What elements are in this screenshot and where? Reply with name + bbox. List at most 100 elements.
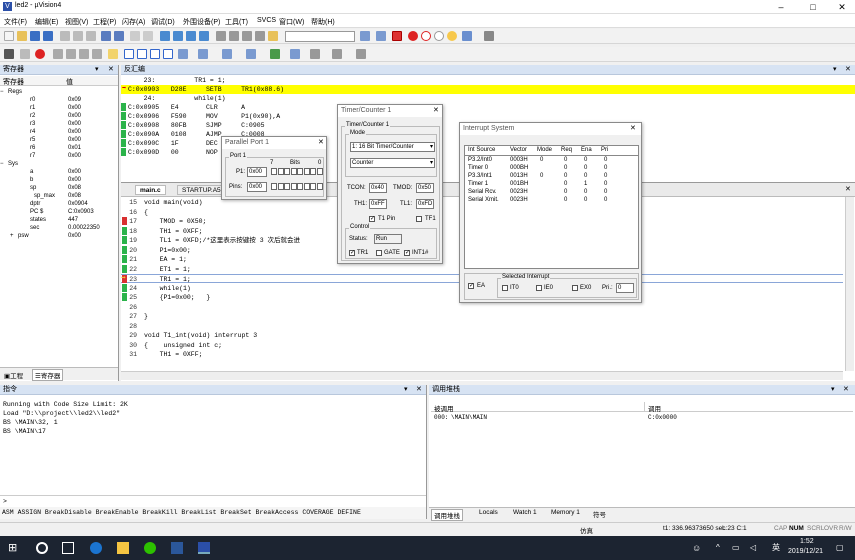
pin-icon[interactable]: ▾ [833,65,837,75]
new-file-icon[interactable] [4,31,14,41]
expand-icon[interactable]: − [0,88,4,96]
breakpoint-clear-icon[interactable] [447,31,457,41]
menu-item-3[interactable]: 工程(P) [93,17,116,27]
close-icon[interactable]: ✕ [416,385,422,395]
register-row[interactable]: sp 0x08 [0,184,118,192]
tab-main-c[interactable]: main.c [135,185,166,195]
interrupt-row[interactable]: P3.3/Int1 0013H 0 0 0 0 [465,173,638,181]
menu-item-1[interactable]: 编辑(E) [35,17,58,27]
port-bit-checkbox[interactable] [284,168,290,175]
save-icon[interactable] [30,31,40,41]
show-next-statement-icon[interactable] [108,49,118,59]
clock-date[interactable]: 2019/12/21 [788,548,823,555]
breakpoint-kill-icon[interactable] [434,31,444,41]
uncomment-icon[interactable] [255,31,265,41]
stop-icon[interactable] [35,49,45,59]
editor-hscrollbar[interactable] [121,371,843,380]
register-row[interactable]: dptr 0x0904 [0,200,118,208]
command-window-icon[interactable] [124,49,134,59]
mode-select[interactable]: 1: 16 Bit Timer/Counter ▾ [350,142,435,152]
interrupt-row[interactable]: Timer 0 000BH 0 0 0 [465,165,638,173]
tr1-checkbox[interactable]: ✓ [349,250,355,256]
registers-window-icon[interactable] [163,49,173,59]
code-line[interactable]: 29 void T1_int(void) interrupt 3 [121,331,843,340]
register-row[interactable]: b 0x00 [0,176,118,184]
watch-window-icon[interactable] [198,49,208,59]
tab-registers[interactable]: ☰寄存器 [32,369,64,381]
register-row[interactable]: a 0x00 [0,168,118,176]
minimize-button[interactable]: – [768,0,794,14]
menu-item-9[interactable]: 窗口(W) [279,17,304,27]
pins-field[interactable]: 0x00 [247,182,267,192]
tab-callstack-2[interactable]: Watch 1 [511,509,539,516]
bookmark-clear-icon[interactable] [199,31,209,41]
type-select[interactable]: Counter ▾ [350,158,435,168]
close-icon[interactable]: ✕ [630,124,636,134]
uvision-icon[interactable] [198,542,210,554]
port-bit-checkbox[interactable] [271,168,277,175]
serial-window-icon[interactable] [246,49,256,59]
port-bit-checkbox[interactable] [303,168,310,175]
menu-item-8[interactable]: SVCS [257,17,276,24]
ex0-checkbox[interactable] [572,285,578,291]
debug-restore-icon[interactable] [356,49,366,59]
disasm-line[interactable]: 23: TR1 = 1; [121,76,855,85]
tab-project[interactable]: ▣工程 [2,370,25,380]
pri-field[interactable]: 0 [616,283,634,293]
ea-checkbox[interactable]: ✓ [468,283,474,289]
configure-icon[interactable] [484,31,494,41]
ie0-checkbox[interactable] [536,285,542,291]
register-row[interactable]: r0 0x09 [0,96,118,104]
wechat-icon[interactable] [144,542,156,554]
window-layout-icon[interactable] [462,31,472,41]
indent-icon[interactable] [216,31,226,41]
port-bit-checkbox[interactable] [277,183,284,190]
search-icon[interactable] [36,542,48,554]
expand-icon[interactable]: − [0,160,4,168]
save-all-icon[interactable] [43,31,53,41]
menu-item-10[interactable]: 帮助(H) [311,17,335,27]
interrupt-row[interactable]: Serial Rcv. 0023H 0 0 0 [465,189,638,197]
find-in-files-icon[interactable] [268,31,278,41]
port-bit-checkbox[interactable] [284,183,290,190]
command-input[interactable]: > [0,495,426,506]
clock-time[interactable]: 1:52 [800,538,814,545]
windows-start-icon[interactable]: ⊞ [8,542,20,554]
close-icon[interactable]: ✕ [845,185,851,195]
system-viewer-icon[interactable] [310,49,320,59]
breakpoint-insert-icon[interactable] [408,31,418,41]
port-bit-checkbox[interactable] [297,168,303,175]
disasm-line[interactable]: C:0x0905 E4 CLR A [121,103,855,112]
disasm-line[interactable]: ➡ C:0x0903 D28E SETB TR1(0x88.6) [121,85,855,94]
file-explorer-icon[interactable] [117,542,129,554]
tray-chevron-icon[interactable]: ^ [716,542,728,554]
port-bit-checkbox[interactable] [303,183,310,190]
close-icon[interactable]: ✕ [433,106,439,116]
cut-icon[interactable] [60,31,70,41]
pin-icon[interactable]: ▾ [95,65,99,75]
redo-icon[interactable] [114,31,124,41]
tf1-checkbox[interactable] [416,216,422,222]
interrupt-row[interactable]: Timer 1 001BH 0 1 0 [465,181,638,189]
tab-callstack-4[interactable]: 符号 [591,509,608,519]
disassembly-window-icon[interactable] [137,49,147,59]
tmod-field[interactable]: 0x50 [416,183,434,193]
register-row[interactable]: states 447 [0,216,118,224]
step-out-icon[interactable] [79,49,89,59]
nav-back-icon[interactable] [130,31,140,41]
step-into-icon[interactable] [53,49,63,59]
zoom-icon[interactable] [376,31,386,41]
bookmark-icon[interactable] [160,31,170,41]
interrupt-row[interactable]: P3.2/Int0 0003H 0 0 0 0 [465,157,638,165]
register-row[interactable]: sp_max 0x08 [0,192,118,200]
breakpoint-disable-icon[interactable] [421,31,431,41]
ime-indicator[interactable]: 英 [772,542,780,553]
undo-icon[interactable] [101,31,111,41]
tab-callstack-1[interactable]: Locals [477,509,500,516]
call-stack-window-icon[interactable] [178,49,188,59]
nav-forward-icon[interactable] [143,31,153,41]
port-bit-checkbox[interactable] [290,183,297,190]
editor-vscrollbar[interactable] [845,197,854,371]
pin-icon[interactable]: ▾ [831,385,835,395]
code-line[interactable]: 28 [121,322,843,331]
